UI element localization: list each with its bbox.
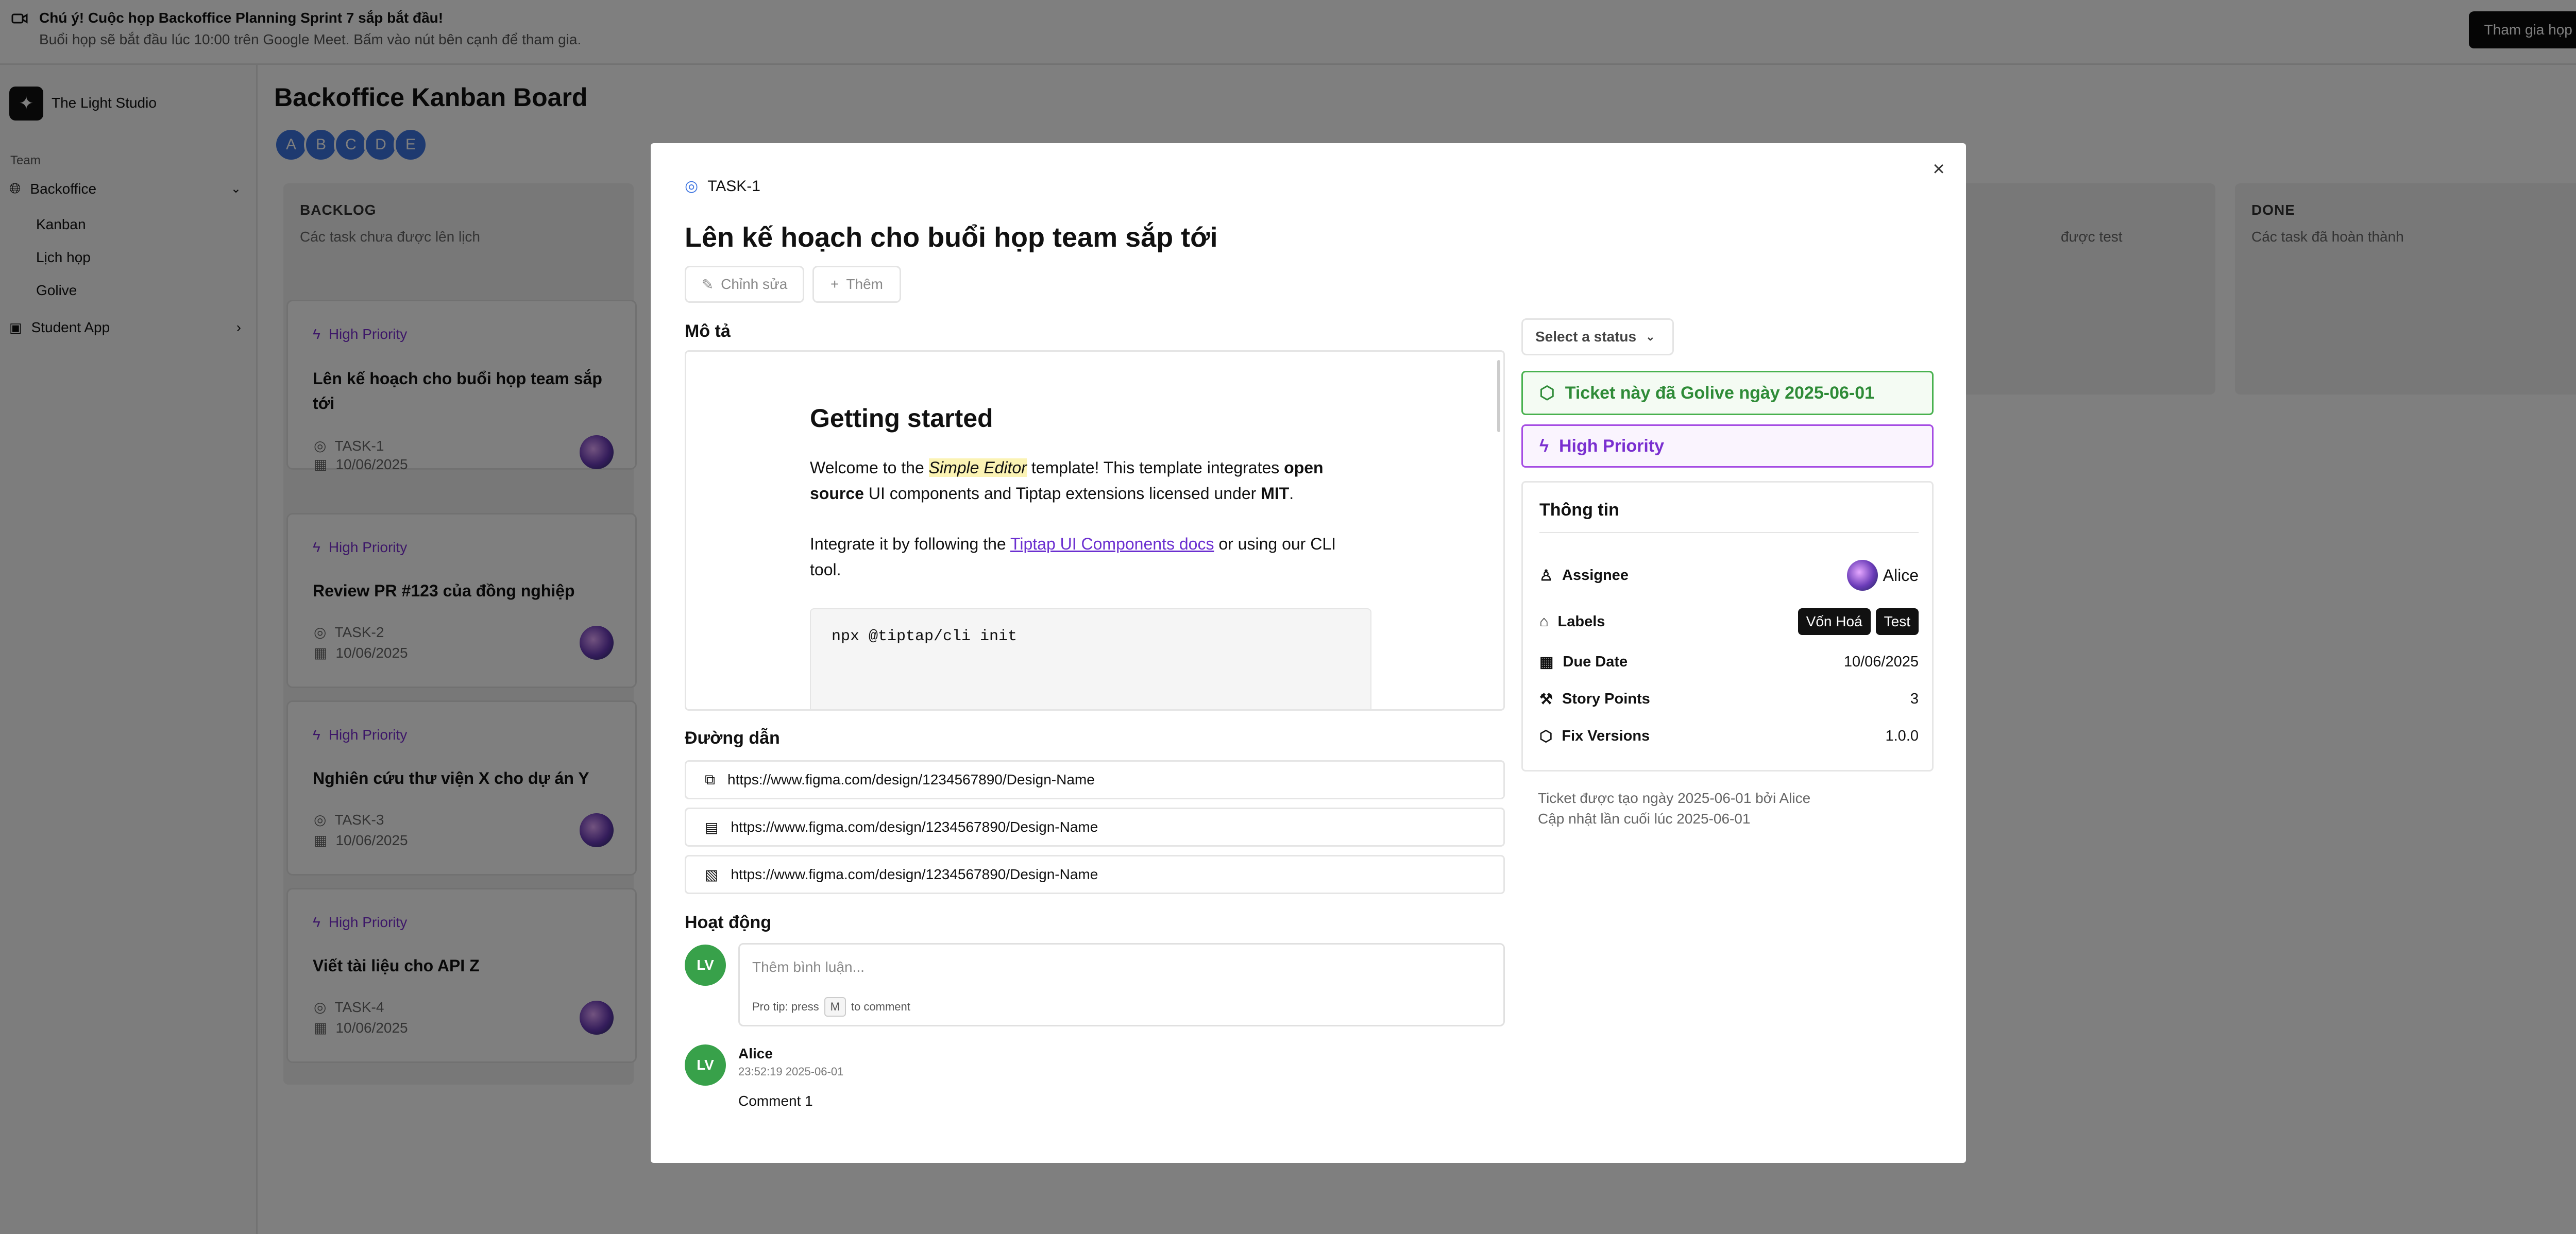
editor-paragraph: Integrate it by following the Tiptap UI … (810, 531, 1346, 582)
file-code-icon: ▧ (705, 866, 719, 883)
user-icon: ♙ (1539, 567, 1553, 584)
fix-key: ⬡ Fix Versions (1539, 727, 1650, 745)
edit-button[interactable]: ✎ Chỉnh sửa (685, 266, 804, 303)
due-label: Due Date (1563, 653, 1628, 670)
add-button[interactable]: + Thêm (812, 266, 901, 303)
links-label: Đường dẫn (685, 728, 780, 748)
status-select[interactable]: Select a status ⌄ (1521, 318, 1674, 355)
fix-value: 1.0.0 (1885, 727, 1919, 744)
points-key: ⚒ Story Points (1539, 690, 1650, 708)
pencil-icon: ✎ (701, 276, 714, 293)
task-title: Lên kế hoạch cho buổi họp team sắp tới (685, 222, 1218, 253)
points-label: Story Points (1562, 690, 1650, 707)
avatar: LV (685, 945, 726, 986)
link-item[interactable]: ⧉ https://www.figma.com/design/1234567890… (685, 760, 1505, 799)
info-panel: Thông tin ♙ Assignee Alice ⌂ Labels Vốn Hoá T… (1521, 481, 1934, 772)
activity-label: Hoạt động (685, 913, 772, 932)
text: . (1289, 484, 1294, 503)
jira-icon: ◎ (685, 178, 699, 195)
chevron-down-icon: ⌄ (1646, 330, 1655, 343)
text: UI components and Tiptap extensions lice… (863, 484, 1261, 503)
description-editor[interactable]: Getting started Welcome to the Simple Ed… (685, 350, 1505, 711)
label-tag[interactable]: Vốn Hoá (1798, 608, 1871, 635)
package-icon: ⬡ (1539, 383, 1555, 403)
avatar: LV (685, 1044, 726, 1086)
priority-text: High Priority (1559, 436, 1665, 456)
bolt-icon: ϟ (1539, 436, 1549, 456)
close-icon[interactable]: × (1928, 159, 1949, 179)
due-value: 10/06/2025 (1843, 653, 1919, 670)
calendar-icon: ▦ (1539, 654, 1554, 671)
package-icon: ⬡ (1539, 728, 1553, 745)
link-item[interactable]: ▧ https://www.figma.com/design/1234567890… (685, 855, 1505, 894)
highlight: Simple Editor (928, 458, 1027, 477)
labels-label: Labels (1557, 613, 1605, 630)
editor-paragraph: Welcome to the Simple Editor template! T… (810, 455, 1346, 506)
text: template! This template integrates (1026, 458, 1284, 477)
label-tag[interactable]: Test (1875, 608, 1919, 635)
created-text: Ticket được tạo ngày 2025-06-01 bởi Alic… (1538, 790, 1811, 806)
link-url: https://www.figma.com/design/1234567890/… (731, 819, 1098, 835)
task-modal: × ◎ TASK-1 Lên kế hoạch cho buổi họp team… (651, 143, 1966, 1163)
comment-author: Alice (738, 1046, 773, 1061)
labels-key: ⌂ Labels (1539, 613, 1605, 630)
comment-input[interactable]: Thêm bình luận... Pro tip: press Mto comm… (738, 943, 1505, 1026)
divider (1539, 532, 1919, 533)
points-row: ⚒ Story Points 3 (1539, 683, 1919, 714)
link-item[interactable]: ▤ https://www.figma.com/design/1234567890… (685, 808, 1505, 847)
text: Welcome to the (810, 458, 929, 477)
labels-row: ⌂ Labels Vốn Hoá Test (1539, 606, 1919, 637)
fix-row: ⬡ Fix Versions 1.0.0 (1539, 721, 1919, 751)
bold-text: MIT (1261, 484, 1290, 503)
assignee-value[interactable]: Alice (1846, 560, 1919, 591)
priority-banner: ϟ High Priority (1521, 424, 1934, 468)
comment-time: 23:52:19 2025-06-01 (738, 1065, 844, 1078)
description-label: Mô tả (685, 321, 731, 341)
assignee-label: Assignee (1562, 567, 1629, 584)
tip-text: Pro tip: press (752, 1000, 819, 1013)
figma-icon: ⧉ (705, 771, 715, 787)
task-key-label: TASK-1 (707, 177, 760, 195)
golive-text: Ticket này đã Golive ngày 2025-06-01 (1565, 383, 1875, 403)
add-label: Thêm (846, 276, 883, 292)
edit-label: Chỉnh sửa (721, 276, 788, 292)
due-key: ▦ Due Date (1539, 653, 1628, 671)
file-icon: ▤ (705, 819, 719, 835)
editor-heading: Getting started (810, 404, 993, 433)
points-value: 3 (1910, 690, 1919, 707)
avatar (1846, 560, 1878, 591)
golive-banner: ⬡ Ticket này đã Golive ngày 2025-06-01 (1521, 371, 1934, 415)
info-title: Thông tin (1539, 500, 1619, 520)
task-key: ◎ TASK-1 (685, 177, 760, 195)
keyboard-key: M (824, 997, 846, 1017)
due-row: ▦ Due Date 10/06/2025 (1539, 646, 1919, 677)
status-placeholder: Select a status (1535, 329, 1637, 345)
link-url: https://www.figma.com/design/1234567890/… (727, 772, 1095, 787)
comment-placeholder: Thêm bình luận... (752, 959, 865, 975)
code-block: npx @tiptap/cli init (810, 608, 1371, 709)
assignee-name: Alice (1883, 565, 1919, 585)
comment-tip: Pro tip: press Mto comment (752, 997, 910, 1017)
assignee-row: ♙ Assignee Alice (1539, 560, 1919, 591)
wrench-icon: ⚒ (1539, 691, 1553, 708)
editor-scrollbar[interactable] (1497, 360, 1500, 432)
tag-icon: ⌂ (1539, 613, 1549, 630)
plus-icon: + (831, 276, 839, 292)
assignee-key: ♙ Assignee (1539, 567, 1629, 585)
link-url: https://www.figma.com/design/1234567890/… (731, 866, 1098, 882)
text: Integrate it by following the (810, 535, 1010, 553)
fix-label: Fix Versions (1562, 727, 1650, 744)
comment-text: Comment 1 (738, 1093, 813, 1109)
updated-text: Cập nhật lần cuối lúc 2025-06-01 (1538, 811, 1751, 827)
docs-link[interactable]: Tiptap UI Components docs (1010, 535, 1214, 553)
tip-text: to comment (851, 1000, 910, 1013)
labels-value: Vốn Hoá Test (1798, 608, 1919, 635)
